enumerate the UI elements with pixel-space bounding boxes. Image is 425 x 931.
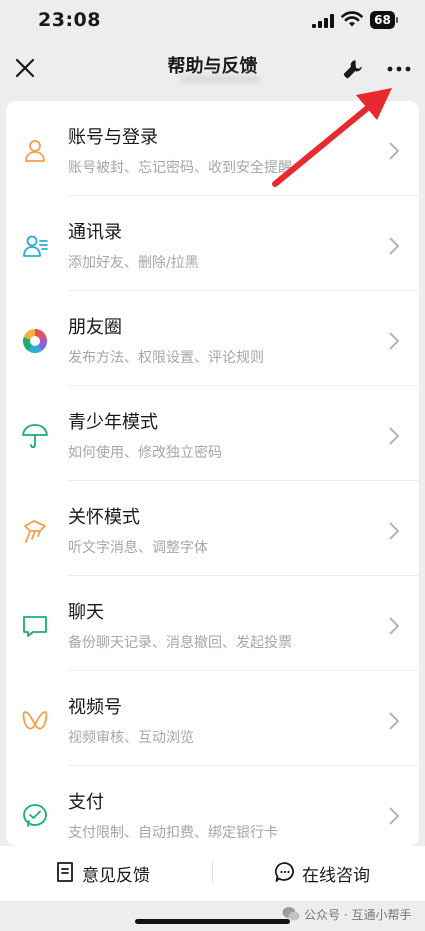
document-icon: [57, 862, 73, 882]
chevron-right-icon: [389, 617, 400, 635]
red-arrow-annotation: [272, 88, 392, 187]
item-title: 账号与登录: [68, 127, 158, 148]
signal-icon: [312, 14, 334, 28]
item-title: 青少年模式: [68, 412, 158, 433]
chevron-right-icon: [389, 522, 400, 540]
item-subtitle: 账号被封、忘记密码、收到安全提醒: [68, 160, 292, 176]
feedback-button[interactable]: 意见反馈: [40, 854, 180, 890]
item-title: 朋友圈: [68, 317, 122, 338]
chevron-right-icon: [389, 712, 400, 730]
item-subtitle: 支付限制、自动扣费、绑定银行卡: [68, 825, 278, 841]
item-title: 支付: [68, 792, 104, 813]
online-consult-button[interactable]: 在线咨询: [260, 854, 400, 890]
care-icon: [24, 520, 46, 543]
channels-icon: [22, 711, 48, 730]
battery-level: 68: [374, 13, 391, 27]
item-subtitle: 添加好友、删除/拉黑: [68, 255, 199, 271]
item-title: 视频号: [68, 697, 122, 718]
list-item-contacts[interactable]: 通讯录 添加好友、删除/拉黑: [6, 196, 419, 291]
chevron-right-icon: [389, 237, 400, 255]
item-subtitle: 视频审核、互动浏览: [68, 730, 194, 746]
wifi-icon: [341, 11, 363, 27]
item-subtitle: 听文字消息、调整字体: [68, 540, 208, 556]
contacts-icon: [23, 235, 48, 257]
pay-icon: [23, 804, 47, 827]
help-topic-list: 账号与登录 账号被封、忘记密码、收到安全提醒 通讯录 添加好友、删除/拉黑 朋友…: [6, 101, 419, 846]
home-indicator: [135, 919, 290, 924]
list-item-pay[interactable]: 支付 支付限制、自动扣费、绑定银行卡: [6, 766, 419, 846]
status-bar: 23:08 68: [0, 0, 425, 44]
online-consult-label: 在线咨询: [302, 866, 370, 886]
chevron-right-icon: [389, 807, 400, 825]
chevron-right-icon: [389, 332, 400, 350]
list-item-moments[interactable]: 朋友圈 发布方法、权限设置、评论规则: [6, 291, 419, 386]
chat-icon: [23, 616, 47, 637]
list-item-chat[interactable]: 聊天 备份聊天记录、消息撤回、发起投票: [6, 576, 419, 671]
list-item-care-mode[interactable]: 关怀模式 听文字消息、调整字体: [6, 481, 419, 576]
list-item-teen-mode[interactable]: 青少年模式 如何使用、修改独立密码: [6, 386, 419, 481]
chevron-right-icon: [389, 427, 400, 445]
moments-icon: [23, 329, 47, 353]
item-subtitle: 发布方法、权限设置、评论规则: [68, 350, 264, 366]
feedback-label: 意见反馈: [82, 866, 150, 886]
bottom-divider: [212, 860, 213, 884]
item-title: 关怀模式: [68, 507, 140, 528]
battery-icon: 68: [370, 11, 398, 29]
item-subtitle: 如何使用、修改独立密码: [68, 445, 222, 461]
umbrella-icon: [22, 424, 48, 449]
item-title: 聊天: [68, 602, 104, 623]
watermark-text: 公众号 · 互通小帮手: [304, 908, 412, 922]
status-time: 23:08: [38, 9, 101, 31]
bottom-bar: 意见反馈 在线咨询: [0, 846, 425, 901]
blurred-subtitle: [180, 75, 260, 83]
list-item-channels[interactable]: 视频号 视频审核、互动浏览: [6, 671, 419, 766]
item-title: 通讯录: [68, 222, 122, 243]
person-icon: [25, 140, 45, 162]
item-subtitle: 备份聊天记录、消息撤回、发起投票: [68, 635, 292, 651]
chat-bubble-icon: [274, 862, 294, 882]
